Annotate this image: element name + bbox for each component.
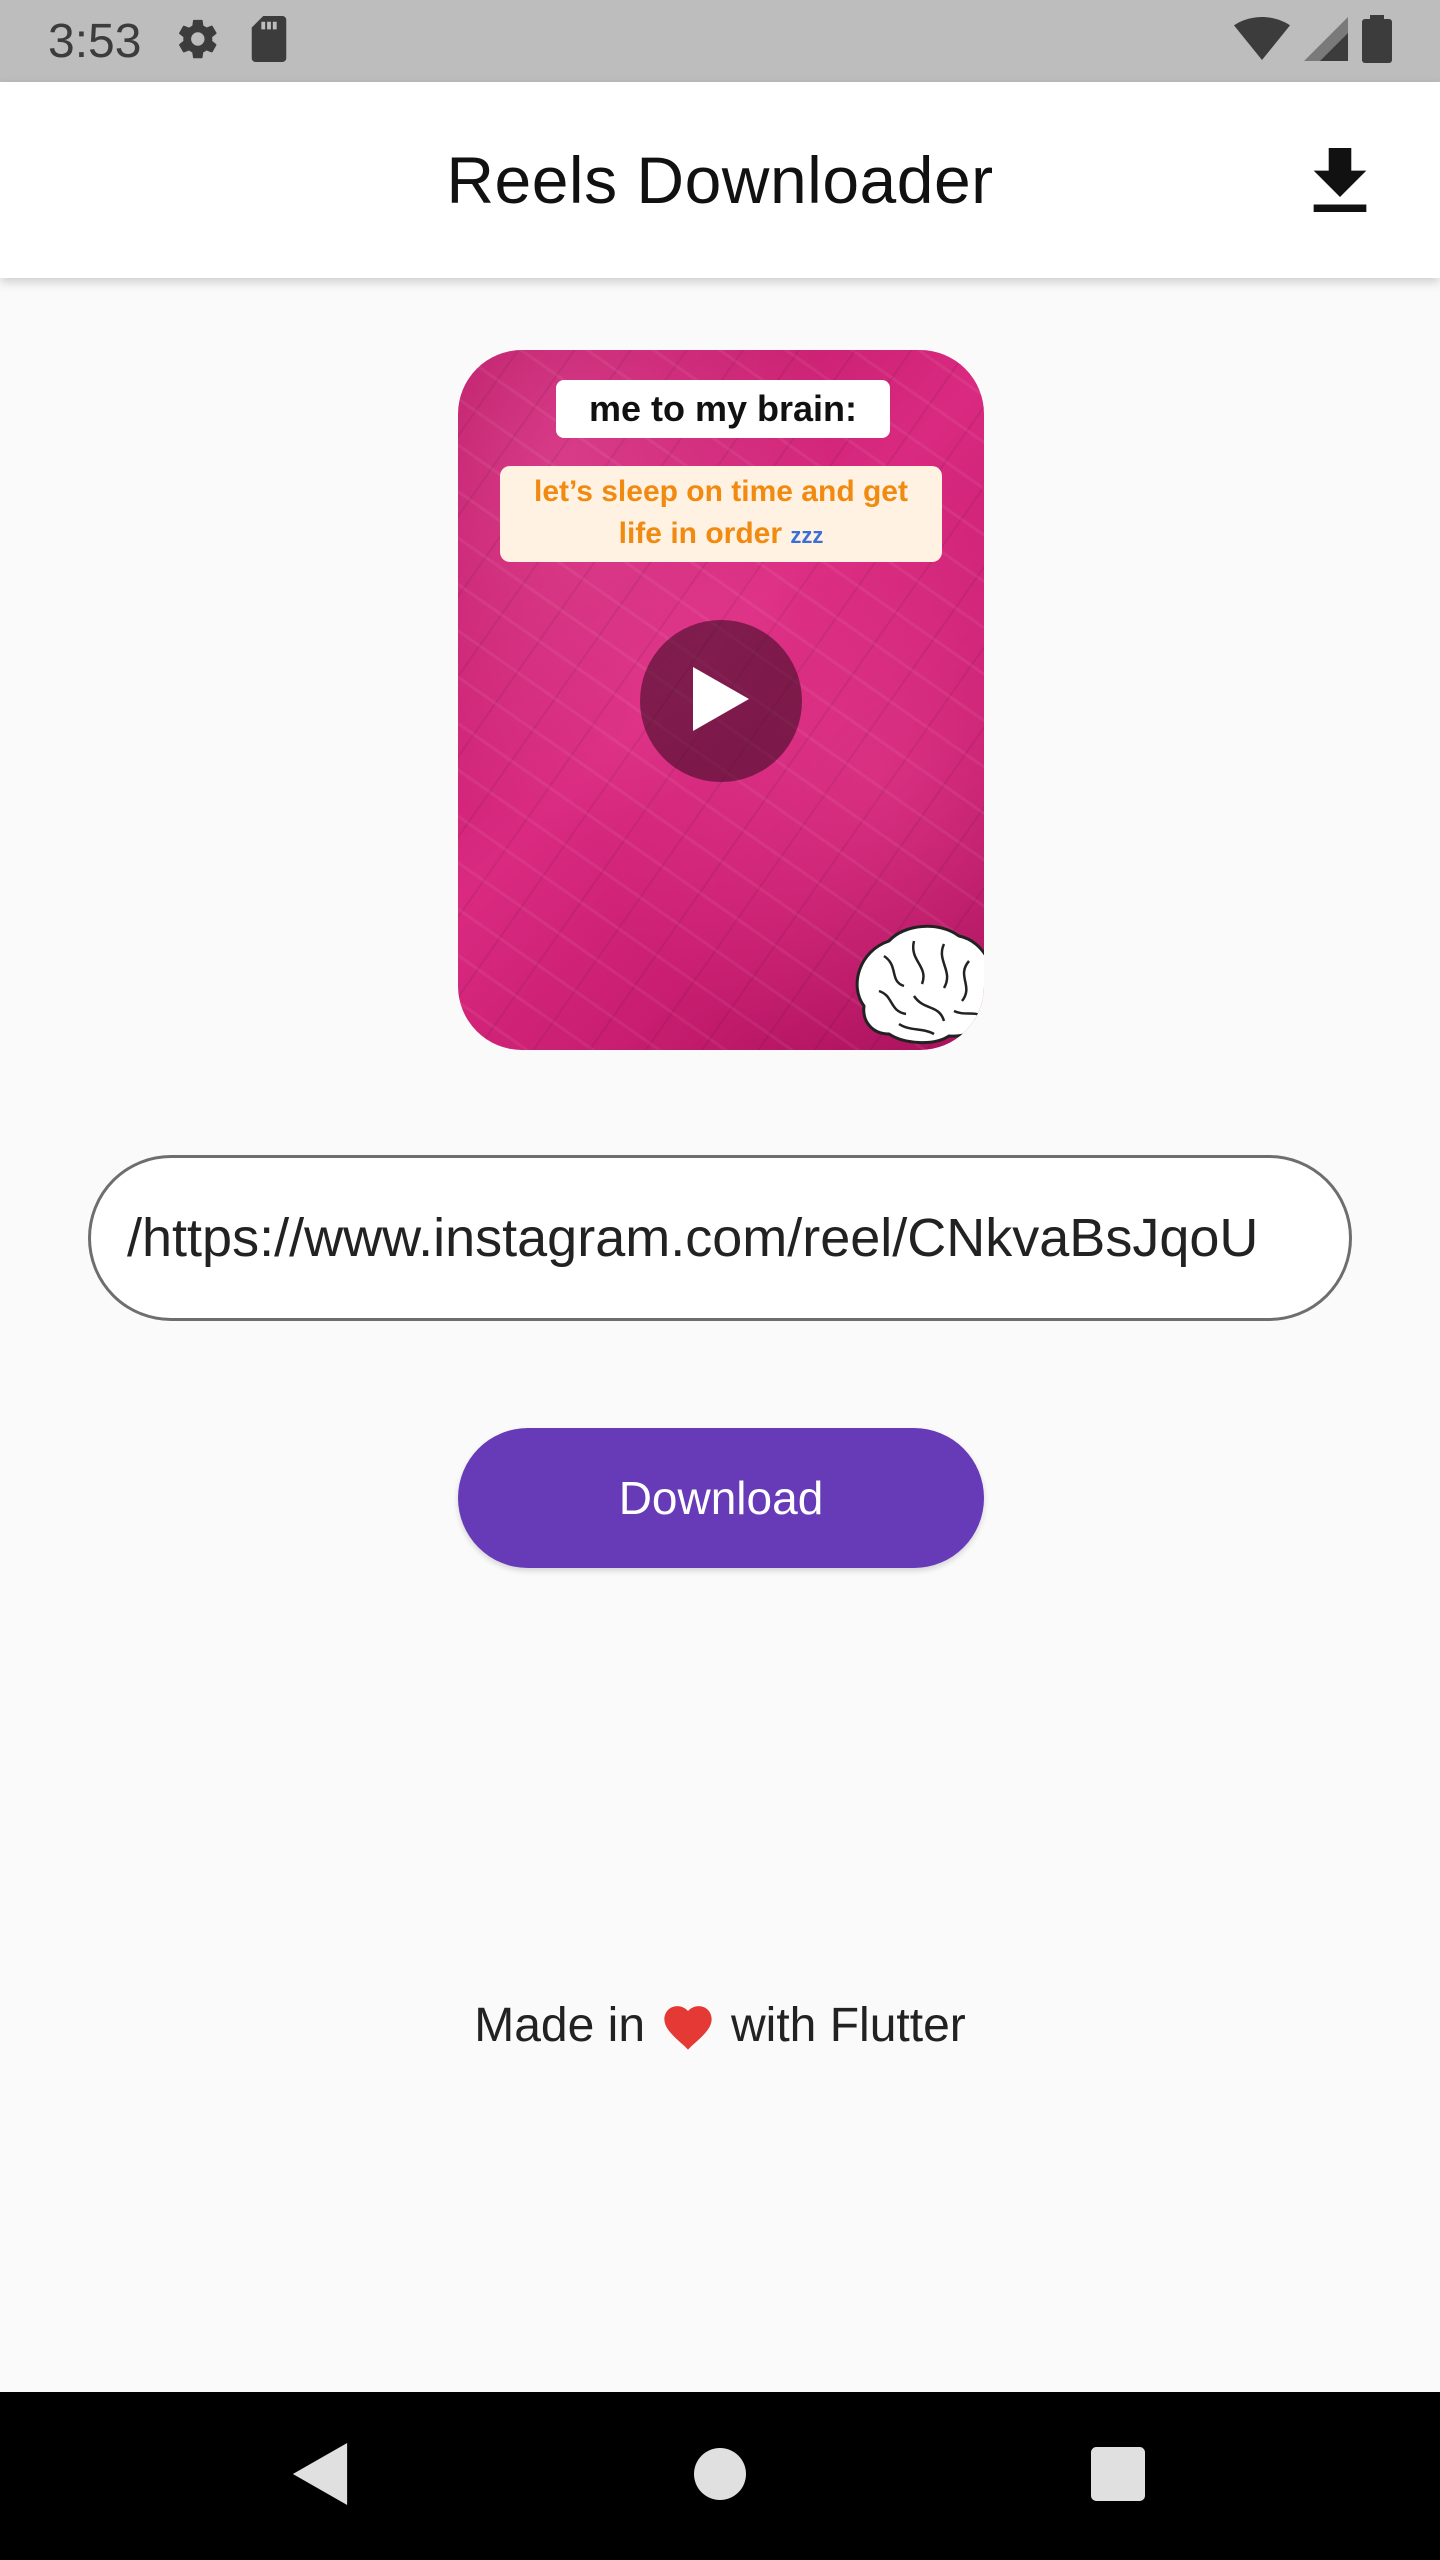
play-button[interactable]: [640, 620, 802, 782]
nav-home-button[interactable]: [680, 2436, 760, 2516]
gear-icon: [175, 16, 221, 67]
sd-card-icon: [249, 15, 289, 67]
caption-line-2-wrap: life in order zzz: [619, 513, 824, 557]
footer-made-in: Made in: [474, 1998, 646, 2052]
nav-back-button[interactable]: [280, 2436, 360, 2516]
play-icon: [693, 666, 749, 736]
nav-recents-button[interactable]: [1078, 2436, 1158, 2516]
caption-line-2: life in order: [618, 517, 782, 550]
zzz-text: zzz: [790, 523, 824, 548]
brain-illustration-icon: [844, 916, 984, 1046]
download-icon: [1312, 147, 1368, 217]
status-right-icons: [1234, 14, 1392, 68]
app-bar: Reels Downloader: [0, 82, 1440, 278]
footer: Made in with Flutter: [0, 1990, 1440, 2060]
signal-icon: [1304, 16, 1348, 66]
url-input[interactable]: [127, 1207, 1313, 1269]
caption-main: let’s sleep on time and get life in orde…: [500, 466, 942, 562]
wifi-icon: [1234, 16, 1290, 66]
caption-line-1: let’s sleep on time and get: [534, 475, 908, 508]
caption-top: me to my brain:: [556, 380, 890, 438]
heart-icon: [659, 1999, 717, 2051]
download-button[interactable]: Download: [458, 1428, 984, 1568]
nav-bar: [0, 2392, 1440, 2560]
status-time: 3:53: [48, 14, 142, 68]
downloads-button[interactable]: [1300, 142, 1380, 222]
back-icon: [292, 2442, 348, 2510]
page-title: Reels Downloader: [446, 143, 994, 217]
reel-preview[interactable]: me to my brain: let’s sleep on time and …: [458, 350, 984, 1050]
status-bar: 3:53: [0, 0, 1440, 82]
recents-icon: [1091, 2446, 1145, 2506]
home-icon: [694, 2447, 746, 2505]
screen: 3:53 Reels Downloader me to my brain: le…: [0, 0, 1440, 2560]
footer-with-flutter: with Flutter: [731, 1998, 966, 2052]
battery-icon: [1362, 14, 1392, 68]
url-field[interactable]: [88, 1155, 1352, 1321]
status-left-icons: [175, 15, 289, 67]
